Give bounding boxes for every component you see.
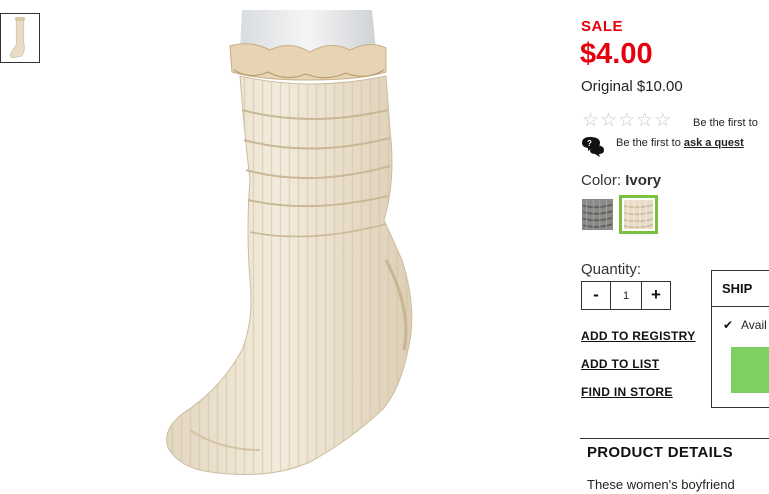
review-prompt[interactable]: Be the first to <box>693 117 758 129</box>
color-label-row: Color: Ivory <box>581 172 661 189</box>
ivory-sock-swatch-icon <box>624 200 653 229</box>
quantity-label: Quantity: <box>581 261 642 278</box>
rating-stars[interactable]: ☆ ☆ ☆ ☆ ☆ <box>582 111 671 131</box>
star-icon: ☆ <box>654 110 672 131</box>
selected-color: Ivory <box>625 172 662 189</box>
gray-sock-swatch-icon <box>583 200 612 229</box>
checkmark-icon: ✔ <box>723 318 734 332</box>
ivory-sock-icon <box>166 10 413 475</box>
qa-bubbles-icon: ? <box>580 135 606 157</box>
qa-prompt: Be the first to ask a quest <box>616 137 744 149</box>
quantity-stepper: - + <box>581 281 671 310</box>
ask-question-link[interactable]: ask a quest <box>684 137 744 149</box>
product-thumbnail[interactable] <box>0 13 40 63</box>
original-price: Original $10.00 <box>581 78 683 95</box>
availability-text: Avail <box>741 318 767 332</box>
star-icon: ☆ <box>582 110 600 131</box>
quantity-input[interactable] <box>611 282 641 309</box>
sale-label: SALE <box>581 18 624 35</box>
product-details-heading[interactable]: PRODUCT DETAILS <box>587 444 733 461</box>
product-main-image <box>150 10 450 494</box>
quantity-increase-button[interactable]: + <box>641 282 670 309</box>
star-icon: ☆ <box>636 110 654 131</box>
product-description: These women's boyfriend <box>587 477 735 492</box>
find-in-store-link[interactable]: FIND IN STORE <box>581 385 673 399</box>
qa-prefix: Be the first to <box>616 137 681 149</box>
add-to-cart-button[interactable] <box>731 347 769 393</box>
details-divider <box>580 438 769 439</box>
color-label: Color: <box>581 172 622 189</box>
tab-ship[interactable]: SHIP <box>712 271 769 307</box>
svg-text:?: ? <box>587 139 592 148</box>
swatch-gray[interactable] <box>582 199 613 230</box>
swatch-ivory[interactable] <box>619 195 658 234</box>
add-to-list-link[interactable]: ADD TO LIST <box>581 357 659 371</box>
sock-thumbnail-icon <box>1 14 39 62</box>
star-icon: ☆ <box>618 110 636 131</box>
add-to-registry-link[interactable]: ADD TO REGISTRY <box>581 329 696 343</box>
sale-price: $4.00 <box>580 38 653 70</box>
ship-panel: SHIP ✔ Avail <box>711 270 769 408</box>
star-icon: ☆ <box>600 110 618 131</box>
quantity-decrease-button[interactable]: - <box>582 282 611 309</box>
